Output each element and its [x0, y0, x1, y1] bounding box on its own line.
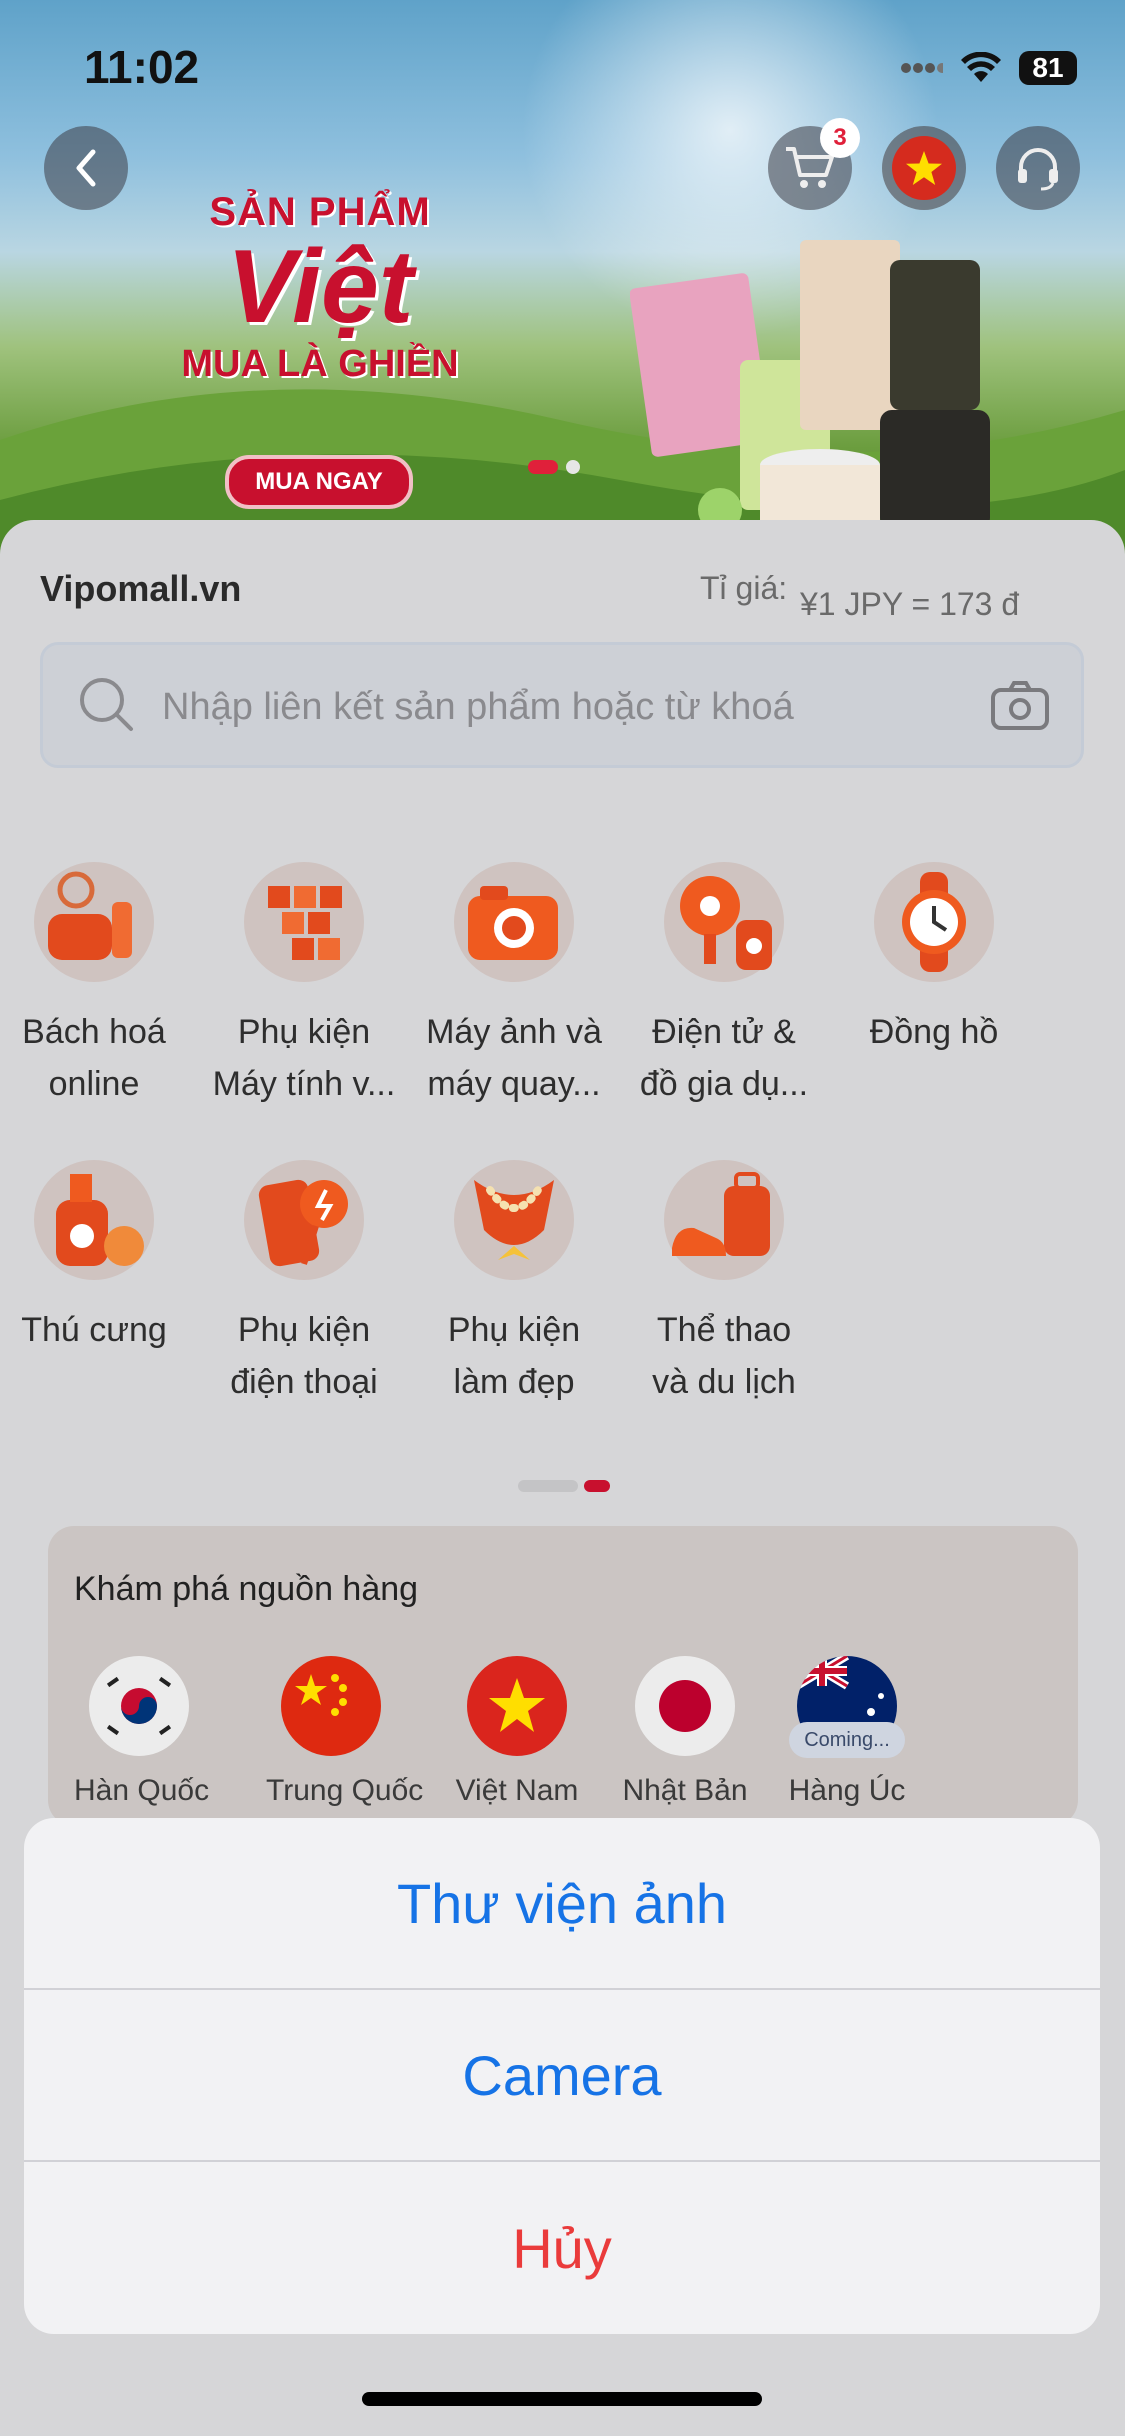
home-indicator — [362, 2392, 762, 2406]
search-placeholder: Nhập liên kết sản phẩm hoặc từ khoá — [162, 686, 794, 728]
search-icon — [80, 678, 133, 731]
country-japan[interactable]: Nhật Bản — [620, 1656, 750, 1808]
category-electronics[interactable]: Điện tử & đồ gia dụ... — [624, 862, 824, 1110]
photo-library-option[interactable]: Thư viện ảnh — [24, 1818, 1100, 1990]
category-label: Thú cưng — [21, 1311, 167, 1349]
coming-soon-badge: Coming... — [789, 1722, 905, 1758]
banner-products-image — [630, 240, 990, 550]
category-camera[interactable]: Máy ảnh và máy quay... — [414, 862, 614, 1110]
banner-line2: Việt — [226, 229, 414, 345]
camera-option[interactable]: Camera — [24, 1990, 1100, 2162]
category-label: Thể thao và du lịch — [652, 1311, 796, 1401]
category-sports-travel[interactable]: Thể thao và du lịch — [624, 1160, 824, 1408]
banner-pagination — [528, 460, 580, 474]
category-label: Phụ kiện Máy tính v... — [212, 1013, 396, 1103]
country-china[interactable]: Trung Quốc — [266, 1656, 424, 1808]
pager-dot — [518, 1480, 578, 1492]
banner-headline: SẢN PHẨM Việt MUA LÀ GHIỀN — [160, 190, 480, 386]
kitchen-mixer-icon — [34, 862, 154, 982]
cancel-option[interactable]: Hủy — [24, 2162, 1100, 2334]
category-label: Máy ảnh và máy quay... — [426, 1013, 602, 1103]
category-watches[interactable]: Đồng hồ — [834, 862, 1034, 1058]
status-indicators: 81 — [899, 48, 1077, 88]
country-korea[interactable]: Hàn Quốc — [74, 1656, 210, 1808]
category-label: Điện tử & đồ gia dụ... — [639, 1013, 809, 1103]
cart-badge: 3 — [820, 118, 860, 158]
china-flag-icon — [281, 1656, 381, 1756]
battery-indicator: 81 — [1019, 51, 1077, 85]
wifi-icon — [961, 52, 1001, 82]
support-button[interactable] — [996, 126, 1080, 210]
chevron-left-icon — [76, 149, 96, 187]
category-pets[interactable]: Thú cưng — [0, 1160, 194, 1356]
country-label: Hàng Úc — [788, 1774, 906, 1807]
banner-dot-active — [528, 460, 558, 474]
country-label: Việt Nam — [455, 1774, 579, 1807]
headset-icon — [1018, 148, 1058, 191]
exchange-rate-label: Tỉ giá: — [700, 570, 788, 606]
pet-shampoo-icon — [34, 1160, 154, 1280]
category-label: Đồng hồ — [869, 1013, 999, 1051]
signal-icon — [901, 63, 943, 73]
category-phone-accessories[interactable]: Phụ kiện điện thoại — [204, 1160, 404, 1408]
banner-cta-button[interactable]: MUA NGAY — [225, 455, 413, 509]
country-label: Nhật Bản — [622, 1774, 748, 1807]
explore-title: Khám phá nguồn hàng — [74, 1570, 419, 1608]
site-name: Vipomall.vn — [40, 568, 242, 609]
back-button[interactable] — [44, 126, 128, 210]
cart-button[interactable]: 3 — [768, 118, 860, 210]
country-label: Hàn Quốc — [74, 1774, 210, 1807]
country-vietnam[interactable]: Việt Nam — [452, 1656, 582, 1808]
japan-flag-icon — [635, 1656, 735, 1756]
category-label: Bách hoá online — [22, 1013, 166, 1103]
category-beauty-accessories[interactable]: Phụ kiện làm đẹp — [414, 1160, 614, 1408]
vietnam-flag-icon — [892, 136, 956, 200]
watch-icon — [874, 862, 994, 982]
keyboard-icon — [244, 862, 364, 982]
korea-flag-icon — [89, 1656, 189, 1756]
category-pager — [518, 1480, 610, 1492]
country-australia[interactable]: Coming... Hàng Úc — [782, 1656, 912, 1808]
banner-line3: MUA LÀ GHIỀN — [181, 343, 459, 385]
country-label: Trung Quốc — [266, 1774, 424, 1807]
banner-dot — [566, 460, 580, 474]
language-button[interactable] — [882, 126, 966, 210]
category-computer-accessories[interactable]: Phụ kiện Máy tính v... — [204, 862, 404, 1110]
necklace-icon — [454, 1160, 574, 1280]
exchange-rate-value: ¥1 JPY = 173 đ — [800, 586, 1020, 622]
status-time: 11:02 — [84, 41, 200, 93]
pager-dot-active — [584, 1480, 610, 1492]
category-label: Phụ kiện điện thoại — [230, 1311, 378, 1401]
category-grocery[interactable]: Bách hoá online — [0, 862, 194, 1110]
phone-charger-icon — [244, 1160, 364, 1280]
image-source-action-sheet: Thư viện ảnh Camera Hủy — [24, 1818, 1100, 2334]
vietnam-flag-icon — [467, 1656, 567, 1756]
camera-search-icon[interactable] — [990, 680, 1050, 732]
shoe-luggage-icon — [664, 1160, 784, 1280]
camera-icon — [454, 862, 574, 982]
fan-speaker-icon — [664, 862, 784, 982]
category-label: Phụ kiện làm đẹp — [447, 1311, 581, 1401]
